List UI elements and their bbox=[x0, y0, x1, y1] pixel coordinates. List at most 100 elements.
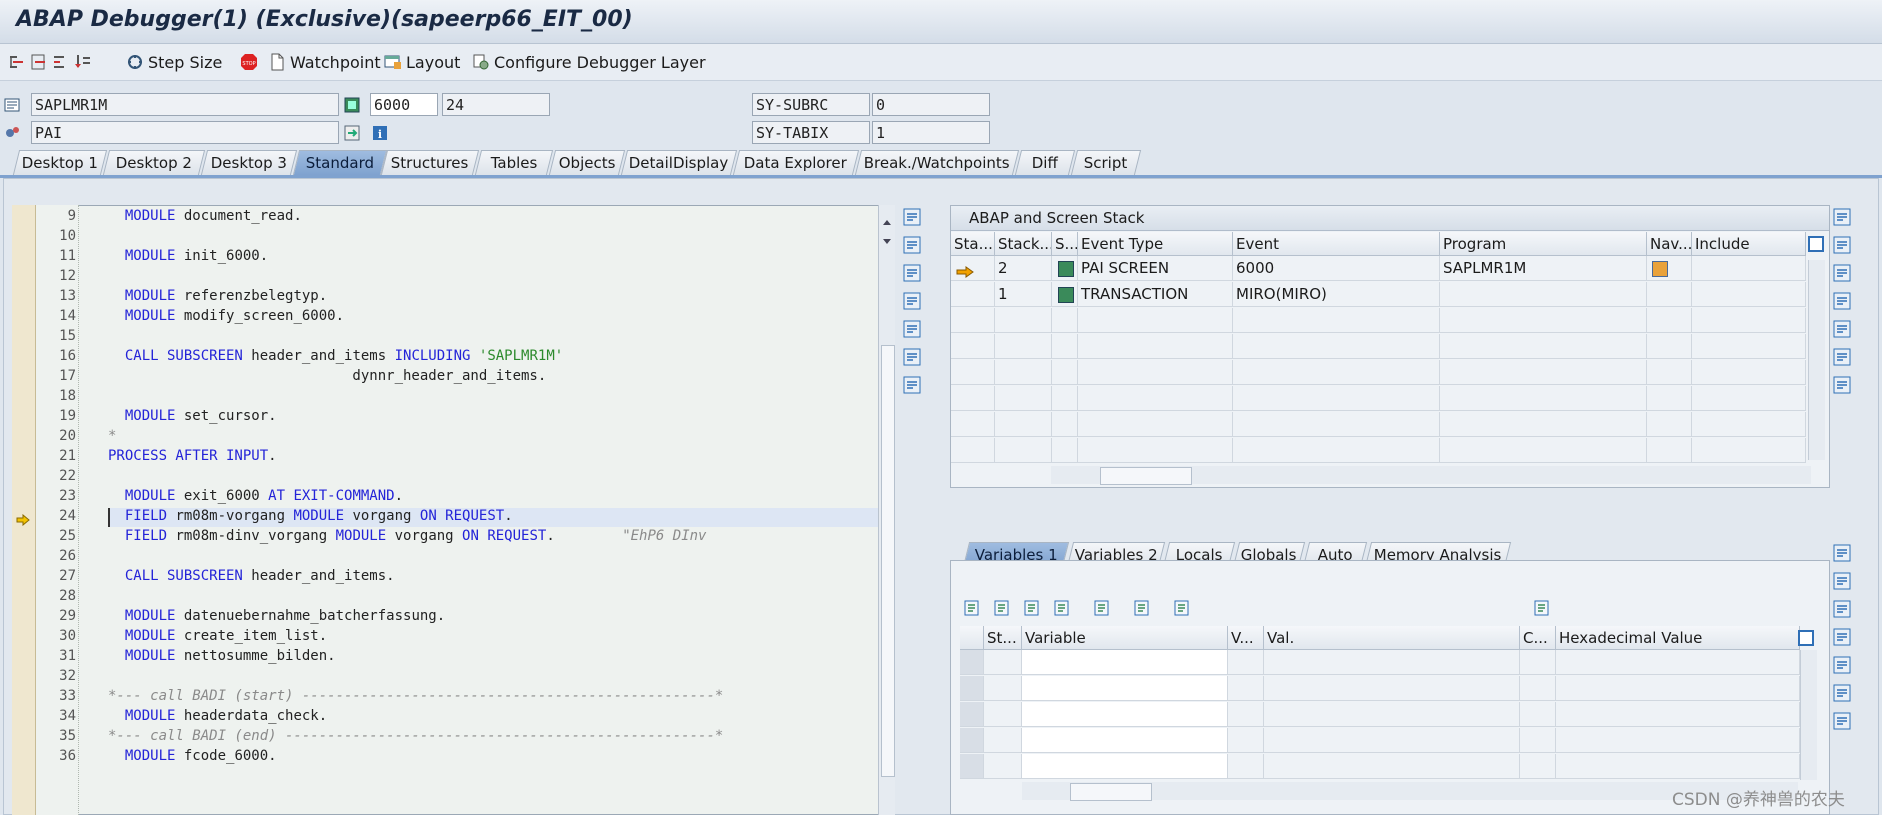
variables-tool-icon[interactable] bbox=[1132, 598, 1152, 618]
code-line: MODULE create_item_list. bbox=[124, 628, 328, 644]
info-icon[interactable]: i bbox=[372, 125, 388, 141]
single-step-button[interactable] bbox=[8, 50, 30, 74]
variables-cell[interactable] bbox=[1022, 676, 1228, 701]
stack-tool-icon[interactable] bbox=[1832, 291, 1852, 311]
watchpoint-button[interactable]: Watchpoint bbox=[268, 50, 381, 74]
variables-tool-icon[interactable] bbox=[1022, 598, 1042, 618]
navigate-icon[interactable] bbox=[344, 125, 360, 141]
stack-scroll-thumb[interactable] bbox=[1100, 467, 1192, 485]
stack-event-type: TRANSACTION bbox=[1081, 285, 1189, 303]
variables-cell bbox=[960, 728, 984, 753]
stack-tool-icon[interactable] bbox=[1832, 235, 1852, 255]
variables-tool-icon[interactable] bbox=[1832, 599, 1852, 619]
stack-event: MIRO(MIRO) bbox=[1236, 285, 1327, 303]
stack-cell bbox=[1692, 386, 1806, 411]
editor-tool-icon[interactable] bbox=[902, 235, 922, 255]
scroll-down-icon[interactable] bbox=[881, 237, 893, 247]
stack-tool-icon[interactable] bbox=[1832, 263, 1852, 283]
event-icon bbox=[6, 127, 19, 137]
stack-cell bbox=[1692, 256, 1806, 281]
tab-data-explorer[interactable]: Data Explorer bbox=[732, 150, 860, 175]
configure-debugger-layer-button[interactable]: Configure Debugger Layer bbox=[472, 50, 706, 74]
variables-vertical-scrollbar[interactable] bbox=[1800, 650, 1817, 780]
tab-tables[interactable]: Tables bbox=[474, 150, 554, 175]
variables-cell bbox=[1520, 728, 1556, 753]
variables-column-header bbox=[960, 626, 984, 650]
document-icon bbox=[271, 53, 284, 71]
current-line-arrow-icon bbox=[16, 511, 30, 527]
tab-desktop-1[interactable]: Desktop 1 bbox=[12, 150, 108, 175]
column-settings-icon[interactable] bbox=[1808, 236, 1824, 252]
tab-label: Tables bbox=[490, 154, 538, 172]
variables-tool-icon[interactable] bbox=[1832, 711, 1852, 731]
variables-cell[interactable] bbox=[1022, 702, 1228, 727]
stack-vertical-scrollbar[interactable] bbox=[1808, 260, 1825, 460]
variables-cell bbox=[1556, 754, 1800, 779]
variables-cell bbox=[1520, 702, 1556, 727]
tab-standard[interactable]: Standard bbox=[292, 150, 388, 175]
tab-structures[interactable]: Structures bbox=[380, 150, 480, 175]
variables-tool-icon[interactable] bbox=[1832, 571, 1852, 591]
editor-tool-icon[interactable] bbox=[902, 263, 922, 283]
variables-tool-icon[interactable] bbox=[1052, 598, 1072, 618]
editor-scrollbar[interactable] bbox=[878, 205, 895, 815]
sy-subrc-value: 0 bbox=[872, 93, 990, 116]
program-icon bbox=[4, 98, 20, 112]
variables-tool-icon[interactable] bbox=[1172, 598, 1192, 618]
return-button[interactable] bbox=[52, 50, 74, 74]
stack-title-text: ABAP and Screen Stack bbox=[969, 209, 1145, 227]
variables-column-settings-icon[interactable] bbox=[1798, 630, 1814, 646]
step-size-button[interactable]: Step Size bbox=[126, 50, 222, 74]
layout-button[interactable]: Layout bbox=[384, 50, 460, 74]
variables-tool-icon[interactable] bbox=[1832, 655, 1852, 675]
line-number: 23 bbox=[59, 488, 76, 504]
variables-cell[interactable] bbox=[1022, 728, 1228, 753]
stack-tool-icon[interactable] bbox=[1832, 347, 1852, 367]
editor-tool-icon[interactable] bbox=[902, 347, 922, 367]
variables-cell bbox=[1228, 702, 1264, 727]
variables-tool-icon[interactable] bbox=[962, 598, 982, 618]
navigate-icon[interactable] bbox=[1652, 261, 1668, 277]
scroll-thumb[interactable] bbox=[881, 345, 895, 777]
code-line: MODULE set_cursor. bbox=[124, 408, 277, 424]
stack-tool-icon[interactable] bbox=[1832, 319, 1852, 339]
tab-objects[interactable]: Objects bbox=[548, 150, 626, 175]
tab-script[interactable]: Script bbox=[1070, 150, 1142, 175]
line-number: 31 bbox=[59, 648, 76, 664]
breakpoint-gutter[interactable] bbox=[12, 205, 36, 815]
variables-tool-icon[interactable] bbox=[1532, 598, 1552, 618]
variables-tool-icon[interactable] bbox=[1832, 627, 1852, 647]
stack-cell bbox=[951, 386, 995, 411]
stack-cell bbox=[1078, 386, 1233, 411]
tab-diff[interactable]: Diff bbox=[1014, 150, 1076, 175]
stack-cell bbox=[1233, 412, 1440, 437]
editor-tool-icon[interactable] bbox=[902, 291, 922, 311]
screen-icon[interactable] bbox=[344, 97, 360, 113]
editor-tool-icon[interactable] bbox=[902, 319, 922, 339]
tab-detaildisplay[interactable]: DetailDisplay bbox=[620, 150, 738, 175]
line-number: 20 bbox=[59, 428, 76, 444]
variables-tool-icon[interactable] bbox=[1092, 598, 1112, 618]
tab-desktop-3[interactable]: Desktop 3 bbox=[200, 150, 298, 175]
line-number: 19 bbox=[59, 408, 76, 424]
variables-cell[interactable] bbox=[1022, 754, 1228, 779]
variables-tool-icon[interactable] bbox=[1832, 543, 1852, 563]
stop-button[interactable]: STOP bbox=[240, 50, 262, 74]
sy-subrc-label: SY-SUBRC bbox=[752, 93, 870, 116]
variables-tool-icon[interactable] bbox=[992, 598, 1012, 618]
scroll-up-icon[interactable] bbox=[881, 217, 893, 227]
stack-tool-icon[interactable] bbox=[1832, 375, 1852, 395]
continue-button[interactable] bbox=[74, 50, 96, 74]
tab-desktop-2[interactable]: Desktop 2 bbox=[102, 150, 206, 175]
variables-cell[interactable] bbox=[1022, 650, 1228, 675]
execute-button[interactable] bbox=[30, 50, 52, 74]
code-line: *--- call BADI (start) -----------------… bbox=[108, 688, 724, 704]
stack-tool-icon[interactable] bbox=[1832, 207, 1852, 227]
editor-tool-icon[interactable] bbox=[902, 375, 922, 395]
variables-scroll-thumb[interactable] bbox=[1070, 783, 1152, 801]
variables-tool-icon[interactable] bbox=[1832, 683, 1852, 703]
stack-cell bbox=[1052, 386, 1078, 411]
tab-break-watchpoints[interactable]: Break./Watchpoints bbox=[854, 150, 1020, 175]
editor-tool-icon[interactable] bbox=[902, 207, 922, 227]
variables-cell bbox=[1264, 702, 1520, 727]
